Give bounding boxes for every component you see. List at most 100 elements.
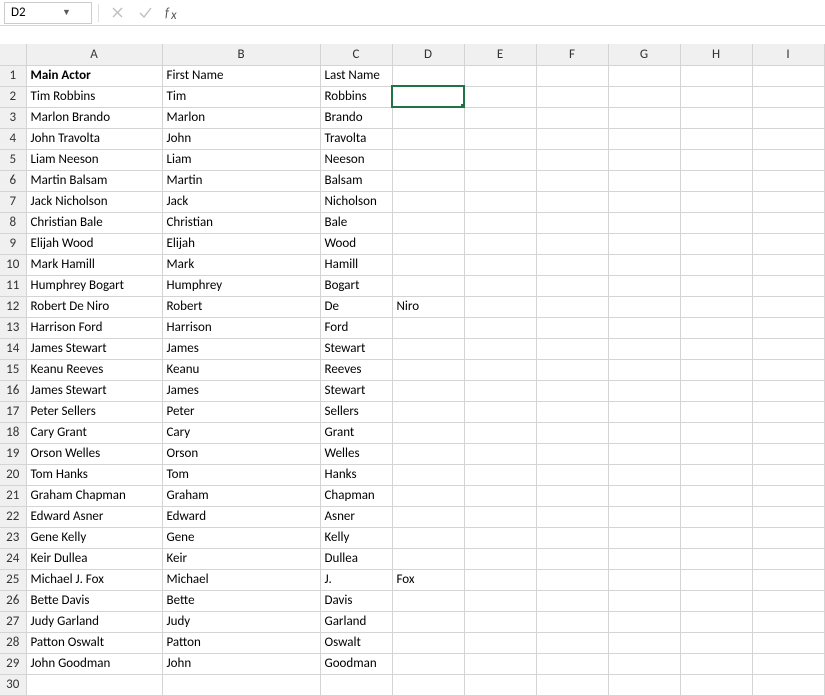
- cell-F10[interactable]: [536, 254, 608, 275]
- cell-C29[interactable]: Goodman: [320, 653, 392, 674]
- cell-G28[interactable]: [608, 632, 680, 653]
- cell-A12[interactable]: Robert De Niro: [26, 296, 162, 317]
- cell-F2[interactable]: [536, 86, 608, 107]
- cell-F18[interactable]: [536, 422, 608, 443]
- row-header-7[interactable]: 7: [0, 191, 26, 212]
- cell-E10[interactable]: [464, 254, 536, 275]
- cell-I28[interactable]: [752, 632, 824, 653]
- cell-B16[interactable]: James: [162, 380, 320, 401]
- cell-C4[interactable]: Travolta: [320, 128, 392, 149]
- cell-G6[interactable]: [608, 170, 680, 191]
- cell-G2[interactable]: [608, 86, 680, 107]
- cell-C13[interactable]: Ford: [320, 317, 392, 338]
- cell-E22[interactable]: [464, 506, 536, 527]
- cell-G21[interactable]: [608, 485, 680, 506]
- cell-A24[interactable]: Keir Dullea: [26, 548, 162, 569]
- cell-B17[interactable]: Peter: [162, 401, 320, 422]
- cell-H18[interactable]: [680, 422, 752, 443]
- row-header-23[interactable]: 23: [0, 527, 26, 548]
- cell-A7[interactable]: Jack Nicholson: [26, 191, 162, 212]
- cell-B23[interactable]: Gene: [162, 527, 320, 548]
- cell-I10[interactable]: [752, 254, 824, 275]
- cell-G19[interactable]: [608, 443, 680, 464]
- cell-E15[interactable]: [464, 359, 536, 380]
- column-header-F[interactable]: F: [536, 44, 608, 65]
- cell-E4[interactable]: [464, 128, 536, 149]
- cell-B21[interactable]: Graham: [162, 485, 320, 506]
- cell-E29[interactable]: [464, 653, 536, 674]
- row-header-3[interactable]: 3: [0, 107, 26, 128]
- cell-H3[interactable]: [680, 107, 752, 128]
- cell-D20[interactable]: [392, 464, 464, 485]
- cell-C25[interactable]: J.: [320, 569, 392, 590]
- cell-C18[interactable]: Grant: [320, 422, 392, 443]
- cell-B10[interactable]: Mark: [162, 254, 320, 275]
- row-header-21[interactable]: 21: [0, 485, 26, 506]
- cell-C9[interactable]: Wood: [320, 233, 392, 254]
- row-header-16[interactable]: 16: [0, 380, 26, 401]
- cell-C26[interactable]: Davis: [320, 590, 392, 611]
- cell-I29[interactable]: [752, 653, 824, 674]
- cell-H7[interactable]: [680, 191, 752, 212]
- cell-H10[interactable]: [680, 254, 752, 275]
- cell-I18[interactable]: [752, 422, 824, 443]
- cell-H17[interactable]: [680, 401, 752, 422]
- row-header-11[interactable]: 11: [0, 275, 26, 296]
- cell-E2[interactable]: [464, 86, 536, 107]
- cell-G3[interactable]: [608, 107, 680, 128]
- cell-B13[interactable]: Harrison: [162, 317, 320, 338]
- cell-F12[interactable]: [536, 296, 608, 317]
- cell-I26[interactable]: [752, 590, 824, 611]
- cell-A2[interactable]: Tim Robbins: [26, 86, 162, 107]
- cell-I27[interactable]: [752, 611, 824, 632]
- cell-G14[interactable]: [608, 338, 680, 359]
- cell-F9[interactable]: [536, 233, 608, 254]
- row-header-27[interactable]: 27: [0, 611, 26, 632]
- cell-G20[interactable]: [608, 464, 680, 485]
- cell-B5[interactable]: Liam: [162, 149, 320, 170]
- cell-E18[interactable]: [464, 422, 536, 443]
- cell-H13[interactable]: [680, 317, 752, 338]
- cell-H16[interactable]: [680, 380, 752, 401]
- cell-E14[interactable]: [464, 338, 536, 359]
- cell-C6[interactable]: Balsam: [320, 170, 392, 191]
- row-header-5[interactable]: 5: [0, 149, 26, 170]
- cell-D21[interactable]: [392, 485, 464, 506]
- row-header-9[interactable]: 9: [0, 233, 26, 254]
- row-header-30[interactable]: 30: [0, 674, 26, 695]
- cell-H6[interactable]: [680, 170, 752, 191]
- cell-E24[interactable]: [464, 548, 536, 569]
- cell-E16[interactable]: [464, 380, 536, 401]
- cell-G29[interactable]: [608, 653, 680, 674]
- cell-H11[interactable]: [680, 275, 752, 296]
- cell-G4[interactable]: [608, 128, 680, 149]
- cell-C10[interactable]: Hamill: [320, 254, 392, 275]
- cell-D27[interactable]: [392, 611, 464, 632]
- cell-I21[interactable]: [752, 485, 824, 506]
- cell-C1[interactable]: Last Name: [320, 65, 392, 86]
- cell-B15[interactable]: Keanu: [162, 359, 320, 380]
- cell-C11[interactable]: Bogart: [320, 275, 392, 296]
- row-header-19[interactable]: 19: [0, 443, 26, 464]
- cell-B12[interactable]: Robert: [162, 296, 320, 317]
- cell-B19[interactable]: Orson: [162, 443, 320, 464]
- cell-B3[interactable]: Marlon: [162, 107, 320, 128]
- cell-C2[interactable]: Robbins: [320, 86, 392, 107]
- cell-G24[interactable]: [608, 548, 680, 569]
- cell-I15[interactable]: [752, 359, 824, 380]
- cell-F1[interactable]: [536, 65, 608, 86]
- cell-H19[interactable]: [680, 443, 752, 464]
- row-header-26[interactable]: 26: [0, 590, 26, 611]
- row-header-29[interactable]: 29: [0, 653, 26, 674]
- cell-E20[interactable]: [464, 464, 536, 485]
- cell-A19[interactable]: Orson Welles: [26, 443, 162, 464]
- cell-E11[interactable]: [464, 275, 536, 296]
- cell-D11[interactable]: [392, 275, 464, 296]
- cell-E23[interactable]: [464, 527, 536, 548]
- cell-C24[interactable]: Dullea: [320, 548, 392, 569]
- cell-D18[interactable]: [392, 422, 464, 443]
- cell-F7[interactable]: [536, 191, 608, 212]
- cell-E5[interactable]: [464, 149, 536, 170]
- cell-I9[interactable]: [752, 233, 824, 254]
- cell-G13[interactable]: [608, 317, 680, 338]
